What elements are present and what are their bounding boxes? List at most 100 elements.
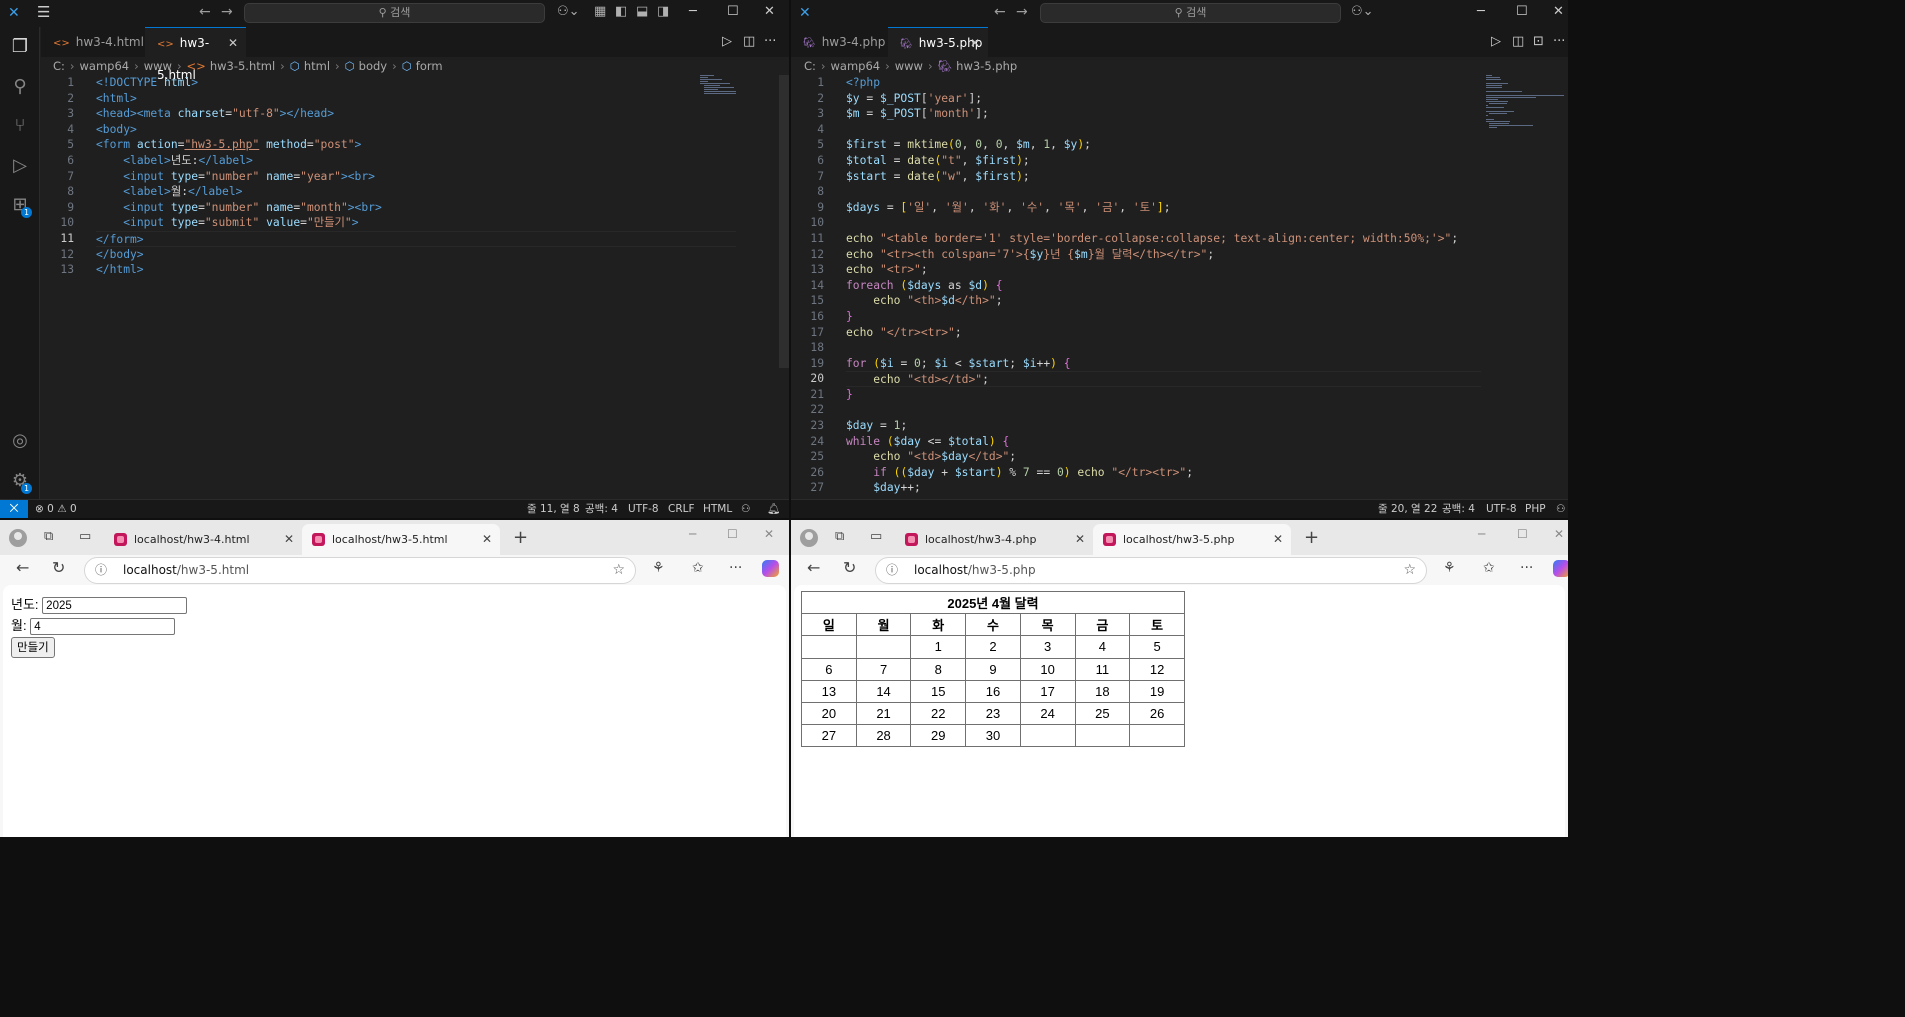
tab-actions-icon[interactable]: ▭ — [79, 530, 91, 544]
new-tab-icon[interactable]: + — [513, 527, 528, 548]
code-editor[interactable]: 1 2 3 4 5 6 7 8 9 10 11 12 13 <!DOCTYPE html> <html> <… — [41, 75, 779, 495]
toggle-sidebar-icon[interactable]: ◧ — [615, 5, 627, 19]
maximize-icon[interactable]: ☐ — [727, 4, 739, 20]
tab-actions-icon[interactable]: ▭ — [870, 530, 882, 544]
code-line[interactable]: <body> — [96, 122, 736, 138]
code-line[interactable]: $m = $_POST['month']; — [846, 106, 1481, 122]
accounts-icon[interactable]: ◎ — [9, 430, 31, 452]
layout-icon[interactable]: ▦ — [594, 5, 606, 19]
code-line[interactable]: echo "<tr>"; — [846, 262, 1481, 278]
maximize-icon[interactable]: ☐ — [1517, 527, 1528, 541]
language-mode[interactable]: PHP — [1525, 500, 1546, 518]
address-bar[interactable]: ⓘ localhost/hw3-5.html ☆ — [84, 557, 636, 584]
code-line[interactable]: $day++; — [846, 480, 1481, 496]
breadcrumb-item[interactable]: hw3-5.php — [956, 59, 1017, 73]
favorites-icon[interactable]: ✩ — [692, 561, 704, 575]
code-line[interactable]: echo "<td></td>"; — [846, 371, 1481, 387]
minimap[interactable] — [1486, 75, 1564, 128]
close-tab-icon[interactable]: ✕ — [1075, 524, 1085, 555]
close-tab-icon[interactable]: ✕ — [970, 28, 980, 58]
copilot-icon[interactable] — [762, 560, 779, 577]
breadcrumb-item[interactable]: www — [144, 59, 172, 73]
extensions-icon[interactable]: ⚘ — [652, 561, 665, 575]
code-line[interactable]: <head><meta charset="utf-8"></head> — [96, 106, 736, 122]
code-line[interactable]: <input type="submit" value="만들기"> — [96, 215, 736, 231]
refresh-icon[interactable]: ↻ — [52, 560, 65, 576]
indentation[interactable]: 공백: 4 — [1442, 500, 1475, 518]
refresh-icon[interactable]: ↻ — [843, 560, 856, 576]
encoding[interactable]: UTF-8 — [1486, 500, 1517, 518]
breadcrumb-item[interactable]: hw3-5.html — [210, 59, 275, 73]
code-line[interactable]: $total = date("t", $first); — [846, 153, 1481, 169]
breadcrumb-item[interactable]: wamp64 — [80, 59, 130, 73]
copilot-status-icon[interactable]: ⚇ — [1556, 500, 1565, 518]
site-info-icon[interactable]: ⓘ — [95, 558, 107, 583]
code-line[interactable] — [846, 402, 1481, 418]
copilot-status-icon[interactable]: ⚇ — [741, 500, 750, 518]
code-line[interactable]: $first = mktime(0, 0, 0, $m, 1, $y); — [846, 137, 1481, 153]
eol[interactable]: CRLF — [668, 500, 695, 518]
browser-tab-hw3-5-php[interactable]: localhost/hw3-5.php ✕ — [1093, 524, 1291, 555]
code-line[interactable] — [846, 122, 1481, 138]
more-actions-icon[interactable]: ··· — [764, 35, 776, 49]
copilot-icon[interactable]: ⚇⌄ — [1351, 5, 1374, 19]
tab-hw3-4-html[interactable]: <> hw3-4.html — [41, 27, 145, 57]
code-line[interactable]: $start = date("w", $first); — [846, 169, 1481, 185]
close-tab-icon[interactable]: ✕ — [284, 524, 294, 555]
split-editor-icon[interactable]: ◫ — [1512, 35, 1524, 49]
browser-tab-hw3-5-html[interactable]: localhost/hw3-5.html ✕ — [302, 524, 500, 555]
code-line[interactable] — [846, 340, 1481, 356]
run-debug-icon[interactable]: ▷ — [9, 155, 31, 177]
month-input[interactable] — [30, 618, 176, 636]
source-control-icon[interactable]: ⑂ — [9, 115, 31, 137]
code-line[interactable]: <!DOCTYPE html> — [96, 75, 736, 91]
encoding[interactable]: UTF-8 — [628, 500, 659, 518]
tab-hw3-4-php[interactable]: 🐘︎ hw3-4.php — [791, 27, 888, 57]
breadcrumb-item[interactable]: www — [895, 59, 923, 73]
close-window-icon[interactable]: ✕ — [764, 4, 775, 20]
explorer-icon[interactable]: ❐ — [9, 36, 31, 58]
code-line[interactable]: while ($day <= $total) { — [846, 434, 1481, 450]
close-window-icon[interactable]: ✕ — [1554, 527, 1564, 541]
code-line[interactable]: <html> — [96, 91, 736, 107]
minimize-icon[interactable]: ─ — [1478, 527, 1485, 541]
close-window-icon[interactable]: ✕ — [1553, 4, 1564, 20]
code-line[interactable]: echo "<table border='1' style='border-co… — [846, 231, 1481, 247]
breadcrumb-item[interactable]: C: — [53, 59, 65, 73]
back-arrow-icon[interactable]: ← — [199, 5, 211, 19]
minimize-icon[interactable]: ─ — [1477, 4, 1485, 20]
code-lines[interactable]: <!DOCTYPE html> <html> <head><meta charset… — [96, 75, 736, 278]
back-arrow-icon[interactable]: ← — [994, 5, 1006, 19]
breadcrumb-item[interactable]: C: — [804, 59, 816, 73]
maximize-icon[interactable]: ☐ — [1516, 4, 1528, 20]
code-line[interactable]: <label>월:</label> — [96, 184, 736, 200]
code-line[interactable]: foreach ($days as $d) { — [846, 278, 1481, 294]
maximize-icon[interactable]: ☐ — [727, 527, 738, 541]
more-actions-icon[interactable]: ··· — [1553, 35, 1565, 49]
forward-arrow-icon[interactable]: → — [1016, 5, 1028, 19]
breadcrumb-item[interactable]: body — [359, 59, 387, 73]
back-icon[interactable]: ← — [807, 560, 820, 576]
close-tab-icon[interactable]: ✕ — [228, 28, 238, 58]
command-center-search[interactable]: ⚲ 검색 — [1040, 3, 1341, 23]
favorite-star-icon[interactable]: ☆ — [612, 558, 625, 583]
code-line[interactable]: <input type="number" name="month"><br> — [96, 200, 736, 216]
minimap[interactable] — [700, 75, 738, 105]
extensions-icon[interactable]: ⚘ — [1443, 561, 1456, 575]
close-tab-icon[interactable]: ✕ — [482, 524, 492, 555]
code-line[interactable]: </body> — [96, 247, 736, 263]
code-line[interactable]: echo "<th>$d</th>"; — [846, 293, 1481, 309]
breadcrumb-item[interactable]: html — [304, 59, 330, 73]
browser-tab-hw3-4-html[interactable]: localhost/hw3-4.html ✕ — [104, 524, 302, 555]
code-line[interactable]: for ($i = 0; $i < $start; $i++) { — [846, 356, 1481, 372]
code-lines[interactable]: <?php $y = $_POST['year']; $m = $_POST['mo… — [846, 75, 1481, 496]
code-line[interactable] — [846, 215, 1481, 231]
search-icon[interactable]: ⚲ — [9, 76, 31, 98]
code-line[interactable]: } — [846, 387, 1481, 403]
indentation[interactable]: 공백: 4 — [585, 500, 618, 518]
minimize-icon[interactable]: ─ — [689, 4, 697, 20]
notifications-bell-icon[interactable]: 🔔︎ — [767, 500, 780, 518]
code-line[interactable]: <label>년도:</label> — [96, 153, 736, 169]
lock-icon[interactable]: ⊡ — [1533, 35, 1544, 49]
workspaces-icon[interactable]: ⧉ — [835, 530, 844, 544]
